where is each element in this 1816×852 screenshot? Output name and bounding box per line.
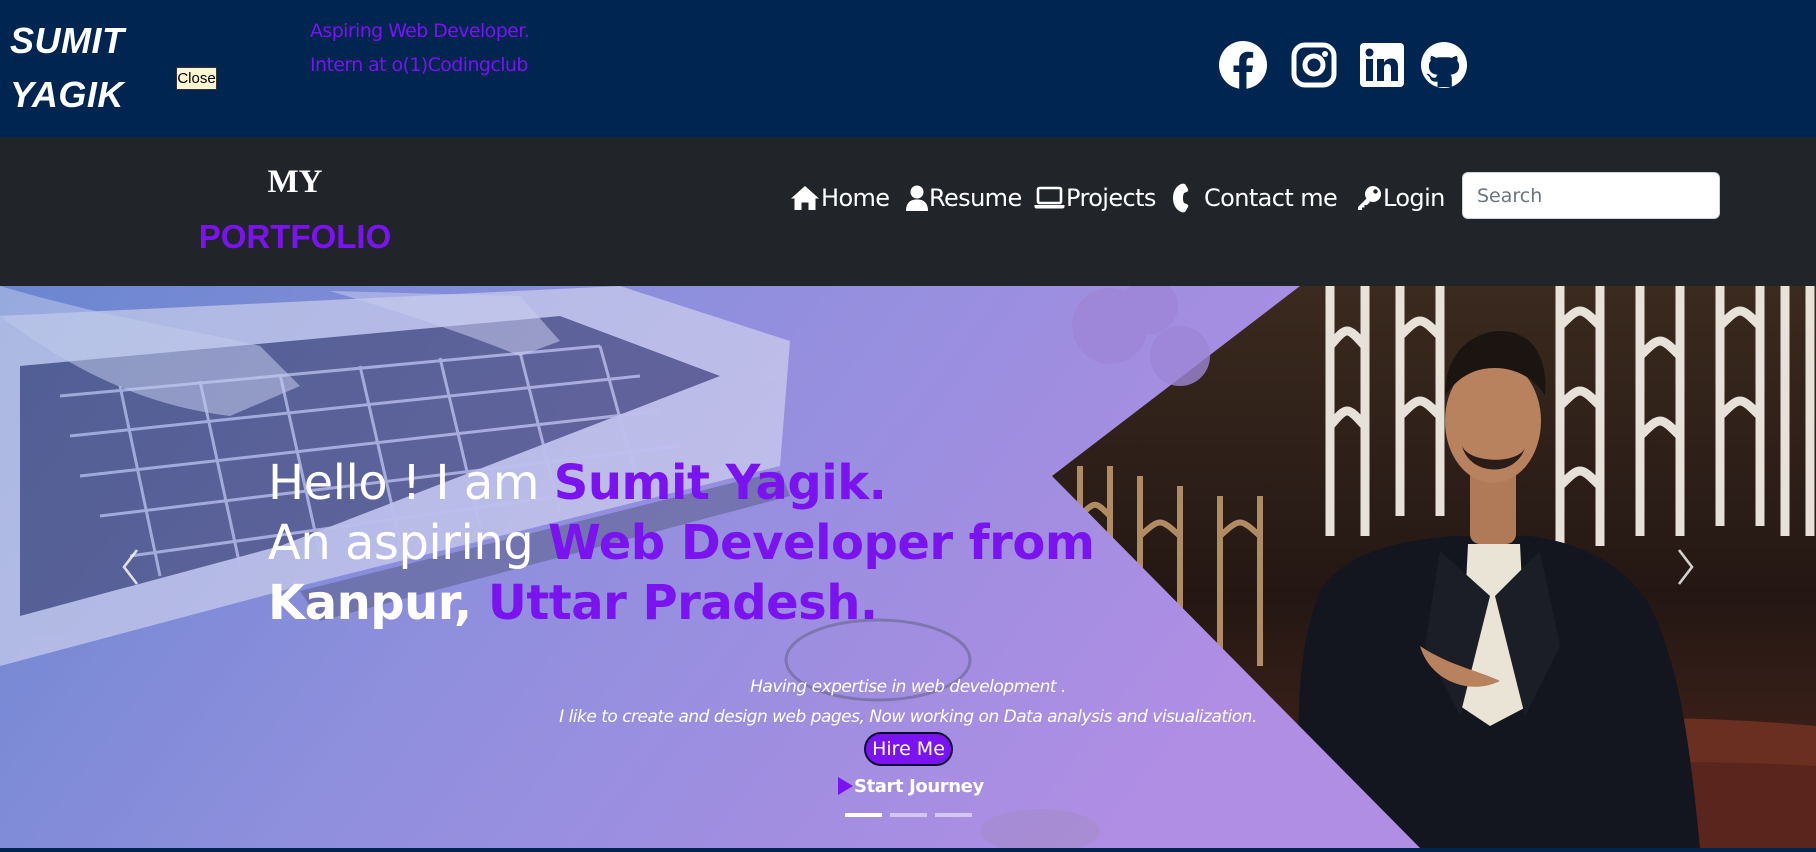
- github-icon: [1420, 41, 1468, 89]
- hero-carousel: Hello ! I am Sumit Yagik. An aspiring We…: [0, 286, 1816, 848]
- hero-city: Kanpur,: [268, 575, 488, 631]
- home-icon: [790, 185, 820, 211]
- close-button[interactable]: Close: [176, 67, 217, 90]
- hero-heading-line-1: Hello ! I am Sumit Yagik.: [268, 453, 887, 513]
- hero-state: Uttar Pradesh.: [487, 575, 878, 631]
- facebook-icon: [1218, 40, 1268, 90]
- nav-resume-label: Resume: [929, 184, 1022, 212]
- navbar-brand-portfolio[interactable]: PORTFOLIO: [180, 215, 410, 259]
- hero-greeting: Hello ! I am: [268, 455, 554, 511]
- hero-role: Web Developer from: [547, 515, 1095, 571]
- nav-home[interactable]: Home: [790, 178, 890, 218]
- nav-contact[interactable]: Contact me: [1172, 178, 1338, 218]
- site-logo-text: SUMIT YAGIK: [10, 14, 125, 122]
- carousel-indicator-3[interactable]: [935, 813, 972, 817]
- play-icon: [838, 777, 853, 795]
- search-input[interactable]: [1462, 172, 1720, 219]
- phone-icon: [1172, 183, 1190, 213]
- instagram-link[interactable]: [1290, 40, 1338, 90]
- brand-last-name: YAGIK: [10, 74, 124, 115]
- carousel-indicator-2[interactable]: [890, 813, 927, 817]
- start-journey-label: Start Journey: [854, 775, 984, 797]
- hero-heading-line-2: An aspiring Web Developer from: [268, 513, 1095, 573]
- hero-description-1: Having expertise in web development .: [750, 677, 1066, 697]
- chevron-left-icon: [120, 547, 140, 591]
- nav-projects-label: Projects: [1066, 184, 1156, 212]
- key-icon: [1356, 185, 1382, 211]
- tagline-role: Aspiring Web Developer.: [310, 20, 530, 42]
- carousel-next-button[interactable]: [1666, 536, 1706, 602]
- linkedin-icon: [1360, 43, 1404, 87]
- github-link[interactable]: [1419, 40, 1469, 90]
- hero-aspiring: An aspiring: [268, 515, 548, 571]
- brand-first-name: SUMIT: [10, 20, 125, 61]
- nav-home-label: Home: [821, 184, 890, 212]
- instagram-icon: [1291, 42, 1337, 88]
- top-header: SUMIT YAGIK Close Aspiring Web Developer…: [0, 0, 1816, 137]
- laptop-icon: [1034, 186, 1065, 210]
- nav-resume[interactable]: Resume: [906, 178, 1022, 218]
- tagline-internship: Intern at o(1)Codingclub: [310, 54, 528, 76]
- hero-description-2: I like to create and design web pages, N…: [559, 707, 1257, 727]
- hero-name: Sumit Yagik.: [553, 455, 887, 511]
- nav-login-label: Login: [1383, 184, 1445, 212]
- hire-me-button[interactable]: Hire Me: [864, 732, 953, 766]
- start-journey-link[interactable]: Start Journey: [838, 772, 984, 800]
- page-bottom-strip: [0, 848, 1816, 852]
- nav-projects[interactable]: Projects: [1034, 178, 1156, 218]
- chevron-right-icon: [1676, 547, 1696, 591]
- carousel-prev-button[interactable]: [110, 536, 150, 602]
- tagline: Aspiring Web Developer. Intern at o(1)Co…: [310, 14, 530, 82]
- main-navbar: MY PORTFOLIO Home Resume Projects Contac…: [0, 137, 1816, 286]
- carousel-indicator-1[interactable]: [845, 813, 882, 817]
- linkedin-link[interactable]: [1359, 40, 1405, 90]
- user-icon: [906, 185, 928, 211]
- facebook-link[interactable]: [1218, 40, 1268, 90]
- hero-heading-line-3: Kanpur, Uttar Pradesh.: [268, 573, 878, 633]
- navbar-brand-my[interactable]: MY: [200, 160, 390, 204]
- nav-login[interactable]: Login: [1356, 178, 1445, 218]
- nav-contact-label: Contact me: [1204, 184, 1338, 212]
